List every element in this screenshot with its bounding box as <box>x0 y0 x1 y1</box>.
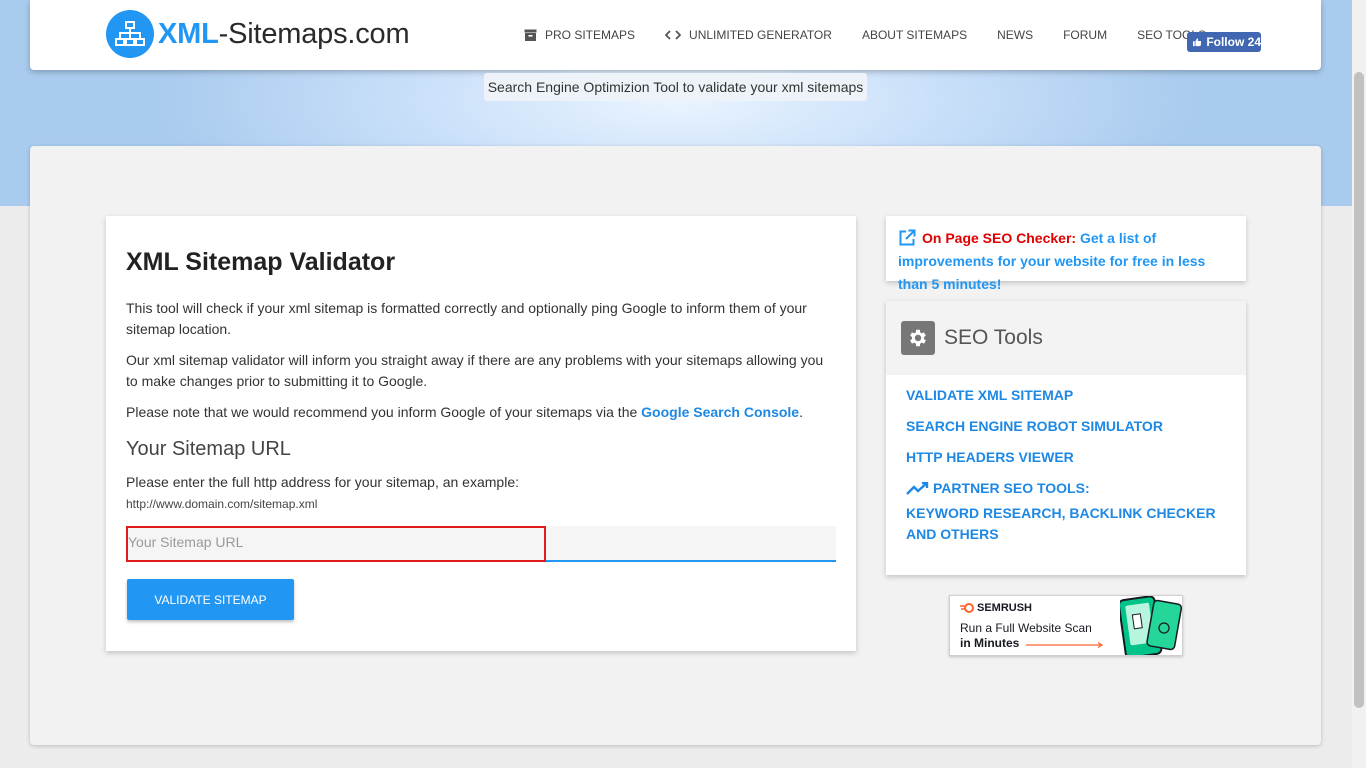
example-url: http://www.domain.com/sitemap.xml <box>126 497 318 511</box>
seo-tools-title: SEO Tools <box>944 326 1043 349</box>
nav-news[interactable]: NEWS <box>997 28 1033 42</box>
seo-tools-card: SEO Tools VALIDATE XML SITEMAP SEARCH EN… <box>886 301 1246 575</box>
thumbs-up-icon <box>1193 38 1202 47</box>
page-tagline: Search Engine Optimizion Tool to validat… <box>484 73 867 101</box>
validate-sitemap-button[interactable]: VALIDATE SITEMAP <box>127 579 294 620</box>
semrush-ad[interactable]: SEMRUSH Run a Full Website Scan in Minut… <box>949 595 1183 656</box>
ad-line-2: in Minutes <box>960 636 1020 650</box>
intro-paragraph-3: Please note that we would recommend you … <box>126 402 836 423</box>
nav-news-label: NEWS <box>997 28 1034 42</box>
sitemap-url-input[interactable] <box>126 526 546 562</box>
promo-label: On Page SEO Checker: <box>922 230 1077 246</box>
seo-tools-header: SEO Tools <box>886 301 1246 375</box>
code-icon <box>665 30 682 40</box>
nav-pro-sitemaps-label: PRO SITEMAPS <box>545 28 636 42</box>
main-nav: PRO SITEMAPS UNLIMITED GENERATOR ABOUT S… <box>524 0 1236 70</box>
nav-about-sitemaps-label: ABOUT SITEMAPS <box>861 28 968 42</box>
site-logo[interactable]: XML-Sitemaps.com <box>106 10 410 58</box>
facebook-follow-button[interactable]: Follow 24 <box>1187 32 1261 52</box>
intro-paragraph-3-text: Please note that we would recommend you … <box>126 404 642 420</box>
partner-seo-tools-label: PARTNER SEO TOOLS: <box>906 478 1090 499</box>
url-instructions: Please enter the full http address for y… <box>126 474 519 490</box>
google-search-console-link[interactable]: Google Search Console <box>641 404 799 420</box>
archive-icon <box>524 29 537 41</box>
validate-xml-sitemap-link[interactable]: VALIDATE XML SITEMAP <box>906 385 1073 406</box>
nav-about-sitemaps[interactable]: ABOUT SITEMAPS <box>862 28 967 42</box>
semrush-brand: SEMRUSH <box>960 602 1032 614</box>
scrollbar-thumb[interactable] <box>1354 72 1364 708</box>
trending-up-icon <box>906 481 929 495</box>
page-title: XML Sitemap Validator <box>126 248 396 276</box>
nav-forum[interactable]: FORUM <box>1063 28 1107 42</box>
promo-text: On Page SEO Checker: Get a list of impro… <box>898 227 1238 296</box>
http-headers-viewer-link[interactable]: HTTP HEADERS VIEWER <box>906 447 1074 468</box>
ad-line-1: Run a Full Website Scan <box>960 621 1092 635</box>
partner-tools-link[interactable]: KEYWORD RESEARCH, BACKLINK CHECKER AND O… <box>906 503 1226 545</box>
nav-forum-label: FORUM <box>1063 28 1108 42</box>
phone-illustration-icon <box>1120 596 1182 655</box>
intro-paragraph-2: Our xml sitemap validator will inform yo… <box>126 352 824 389</box>
intro-paragraph-3-end: . <box>799 404 803 420</box>
facebook-follow-label: Follow 24 <box>1206 35 1261 49</box>
validator-card: XML Sitemap Validator This tool will che… <box>106 216 856 651</box>
page-scrollbar[interactable] <box>1352 0 1366 768</box>
robot-simulator-link[interactable]: SEARCH ENGINE ROBOT SIMULATOR <box>906 416 1163 437</box>
site-logo-text: XML-Sitemaps.com <box>158 17 410 50</box>
top-navbar: XML-Sitemaps.com PRO SITEMAPS UNLIMITED … <box>30 0 1321 70</box>
sitemap-url-field <box>126 526 836 562</box>
gear-icon <box>901 321 935 355</box>
intro-paragraph-1: This tool will check if your xml sitemap… <box>126 300 807 337</box>
semrush-logo-icon <box>960 603 974 613</box>
partner-seo-tools-text: PARTNER SEO TOOLS: <box>933 480 1090 496</box>
sitemap-url-heading: Your Sitemap URL <box>126 438 291 460</box>
nav-unlimited-generator[interactable]: UNLIMITED GENERATOR <box>665 28 832 42</box>
semrush-brand-text: SEMRUSH <box>977 602 1033 614</box>
arrow-right-icon <box>1026 642 1104 648</box>
seo-checker-promo[interactable]: On Page SEO Checker: Get a list of impro… <box>886 216 1246 292</box>
nav-pro-sitemaps[interactable]: PRO SITEMAPS <box>524 28 635 42</box>
nav-unlimited-generator-label: UNLIMITED GENERATOR <box>689 28 832 42</box>
sitemap-logo-icon <box>106 10 154 58</box>
